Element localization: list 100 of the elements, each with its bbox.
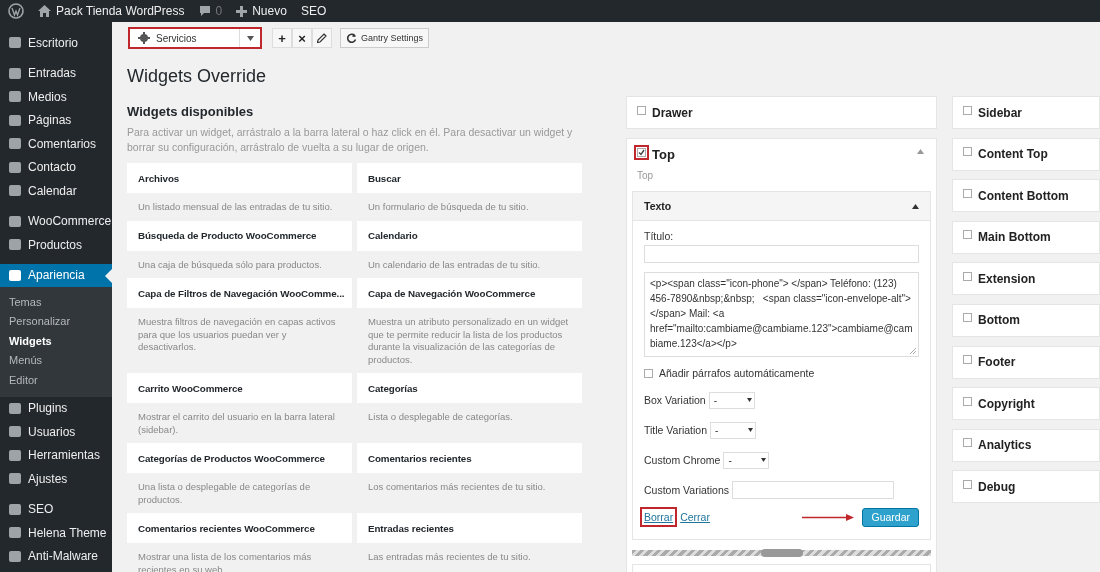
submenu-item[interactable]: Widgets	[0, 331, 112, 351]
widget-description: Muestra filtros de navegación en capas activos para que los usuarios puedan ver y desactivarlos.	[137, 315, 337, 354]
widget-card[interactable]: Categorías de Productos WooCommerce	[127, 443, 352, 473]
toolbar-button[interactable]: ×	[292, 28, 312, 48]
square-icon	[8, 66, 22, 80]
square-icon	[8, 90, 22, 104]
widget-card[interactable]: Capa de Filtros de Navegación WooComme...	[127, 278, 352, 308]
square-icon	[8, 425, 22, 439]
select-field[interactable]: -	[708, 391, 755, 409]
widget-card[interactable]: Búsqueda de Producto WooCommerce	[127, 220, 352, 251]
widget-description: Los comentarios más recientes de tu sitio.	[367, 480, 547, 494]
widget-card[interactable]: Entradas recientes	[357, 513, 582, 543]
caret-icon	[761, 458, 767, 462]
sidebar-item[interactable]: Usuarios	[0, 420, 112, 444]
title-input[interactable]	[644, 245, 919, 263]
seo-link[interactable]: SEO	[300, 4, 327, 18]
select-field[interactable]: -	[723, 451, 770, 469]
widget-description: Las entradas más recientes de tu sitio.	[367, 550, 532, 564]
area-title[interactable]: Main Bottom	[978, 230, 1091, 245]
sidebar-item[interactable]: WooCommerce	[0, 209, 112, 233]
checkbox[interactable]	[634, 144, 649, 160]
close-link[interactable]: Cerrar	[676, 507, 714, 527]
checkbox[interactable]	[644, 368, 653, 378]
widget-card[interactable]: Calendario	[357, 220, 582, 251]
caret-icon	[746, 398, 752, 402]
new-link[interactable]: Nuevo	[236, 4, 287, 18]
field-label: Box Variation	[644, 394, 706, 406]
override-select[interactable]: Servicios	[128, 27, 262, 49]
resize-grip-icon	[910, 348, 916, 354]
widget-description: Una lista o desplegable de categorías de productos.	[137, 480, 312, 507]
area-title[interactable]: Analytics	[978, 438, 1091, 453]
widget-card[interactable]: Comentarios recientes	[357, 443, 582, 473]
widget-description: Mostrar el carrito del usuario en la barra lateral (sidebar).	[137, 410, 336, 437]
notch-icon	[105, 268, 112, 283]
sidebar-item[interactable]: Ajustes	[0, 467, 112, 491]
sidebar-item[interactable]: Entradas	[0, 61, 112, 85]
widget-card[interactable]: Capa de Navegación WooCommerce	[357, 278, 582, 308]
square-icon	[8, 36, 22, 50]
square-icon	[8, 137, 22, 151]
widget-header[interactable]: Texto	[633, 192, 930, 221]
area-title[interactable]: Content Bottom	[978, 188, 1091, 203]
settings-button[interactable]: Gantry Settings	[340, 28, 430, 48]
area-title[interactable]: Top	[652, 147, 914, 162]
area-title[interactable]: Drawer	[652, 105, 928, 120]
gear-icon	[138, 32, 150, 44]
grip-handle[interactable]	[760, 549, 803, 557]
edit-button[interactable]	[312, 28, 332, 48]
area-title[interactable]: Debug	[978, 479, 1091, 494]
square-icon	[8, 214, 22, 228]
triangle-icon[interactable]	[912, 203, 919, 209]
input-field[interactable]	[732, 481, 894, 499]
widget-card[interactable]: Categorías	[357, 373, 582, 403]
site-link[interactable]: Pack Tienda WordPress	[38, 4, 185, 18]
logo-icon[interactable]	[8, 3, 24, 19]
page-title: Widgets Override	[127, 65, 268, 87]
square-icon	[8, 549, 22, 563]
area-title[interactable]: Copyright	[978, 396, 1091, 411]
sidebar-item[interactable]: Apariencia	[0, 263, 112, 287]
sidebar-item[interactable]: Calendar	[0, 179, 112, 203]
sidebar-item[interactable]: Herramientas	[0, 443, 112, 467]
widget-card[interactable]: Comentarios recientes WooCommerce	[127, 513, 352, 543]
widget-card[interactable]: Buscar	[357, 163, 582, 193]
checkbox-label: Añadir párrafos automáticamente	[659, 367, 815, 379]
sidebar-item[interactable]: Comentarios	[0, 132, 112, 156]
widget-card[interactable]: Carrito WooCommerce	[127, 373, 352, 403]
sidebar-item[interactable]: Medios	[0, 85, 112, 109]
submenu-item[interactable]: Editor	[0, 370, 112, 390]
area-title[interactable]: Extension	[978, 271, 1091, 286]
delete-link[interactable]: Borrar	[640, 507, 678, 527]
widget-description: Un listado mensual de las entradas de tu sitio.	[137, 200, 334, 214]
caret-icon	[748, 428, 754, 432]
text-area[interactable]: <p><span class="icon-phone"> </span> Teléfono: (123) 456-7890&nbsp;&nbsp; <span class="icon-envelope-alt"> </span> Mail: <a href="mailto:cambiame@cambiame.123">cambiame@cambiame.123</a></p>	[644, 272, 919, 357]
home-icon	[38, 5, 51, 17]
field-label: Título:	[644, 230, 675, 242]
square-icon	[8, 502, 22, 516]
square-icon	[8, 184, 22, 198]
widget-description: Mostrar una lista de los comentarios más recientes en su web.	[137, 550, 313, 572]
submenu-item[interactable]: Temas	[0, 292, 112, 312]
widget-description: Un formulario de búsqueda de tu sitio.	[367, 200, 530, 214]
sidebar-item[interactable]: Escritorio	[0, 31, 112, 55]
sidebar-item[interactable]: Anti-Malware	[0, 544, 112, 568]
square-icon	[8, 448, 22, 462]
sidebar-item[interactable]: Contacto	[0, 155, 112, 179]
sidebar-item[interactable]: SEO	[0, 497, 112, 521]
sidebar-item[interactable]: Helena Theme	[0, 521, 112, 545]
area-title[interactable]: Content Top	[978, 147, 1091, 162]
sidebar-item[interactable]: Productos	[0, 233, 112, 257]
submenu-item[interactable]: Personalizar	[0, 311, 112, 331]
section-title: Widgets disponibles	[127, 104, 255, 119]
sidebar-item[interactable]: Páginas	[0, 108, 112, 132]
area-title[interactable]: Bottom	[978, 313, 1091, 328]
field-label: Title Variation	[644, 424, 708, 436]
toolbar-button[interactable]: +	[272, 28, 292, 48]
widget-card[interactable]: Archivos	[127, 163, 352, 193]
field-label: Custom Variations	[644, 484, 729, 496]
area-title[interactable]: Footer	[978, 355, 1091, 370]
area-title[interactable]: Sidebar	[978, 105, 1091, 120]
submenu-item[interactable]: Menús	[0, 350, 112, 370]
sidebar-item[interactable]: Plugins	[0, 396, 112, 420]
select-field[interactable]: -	[710, 421, 757, 439]
